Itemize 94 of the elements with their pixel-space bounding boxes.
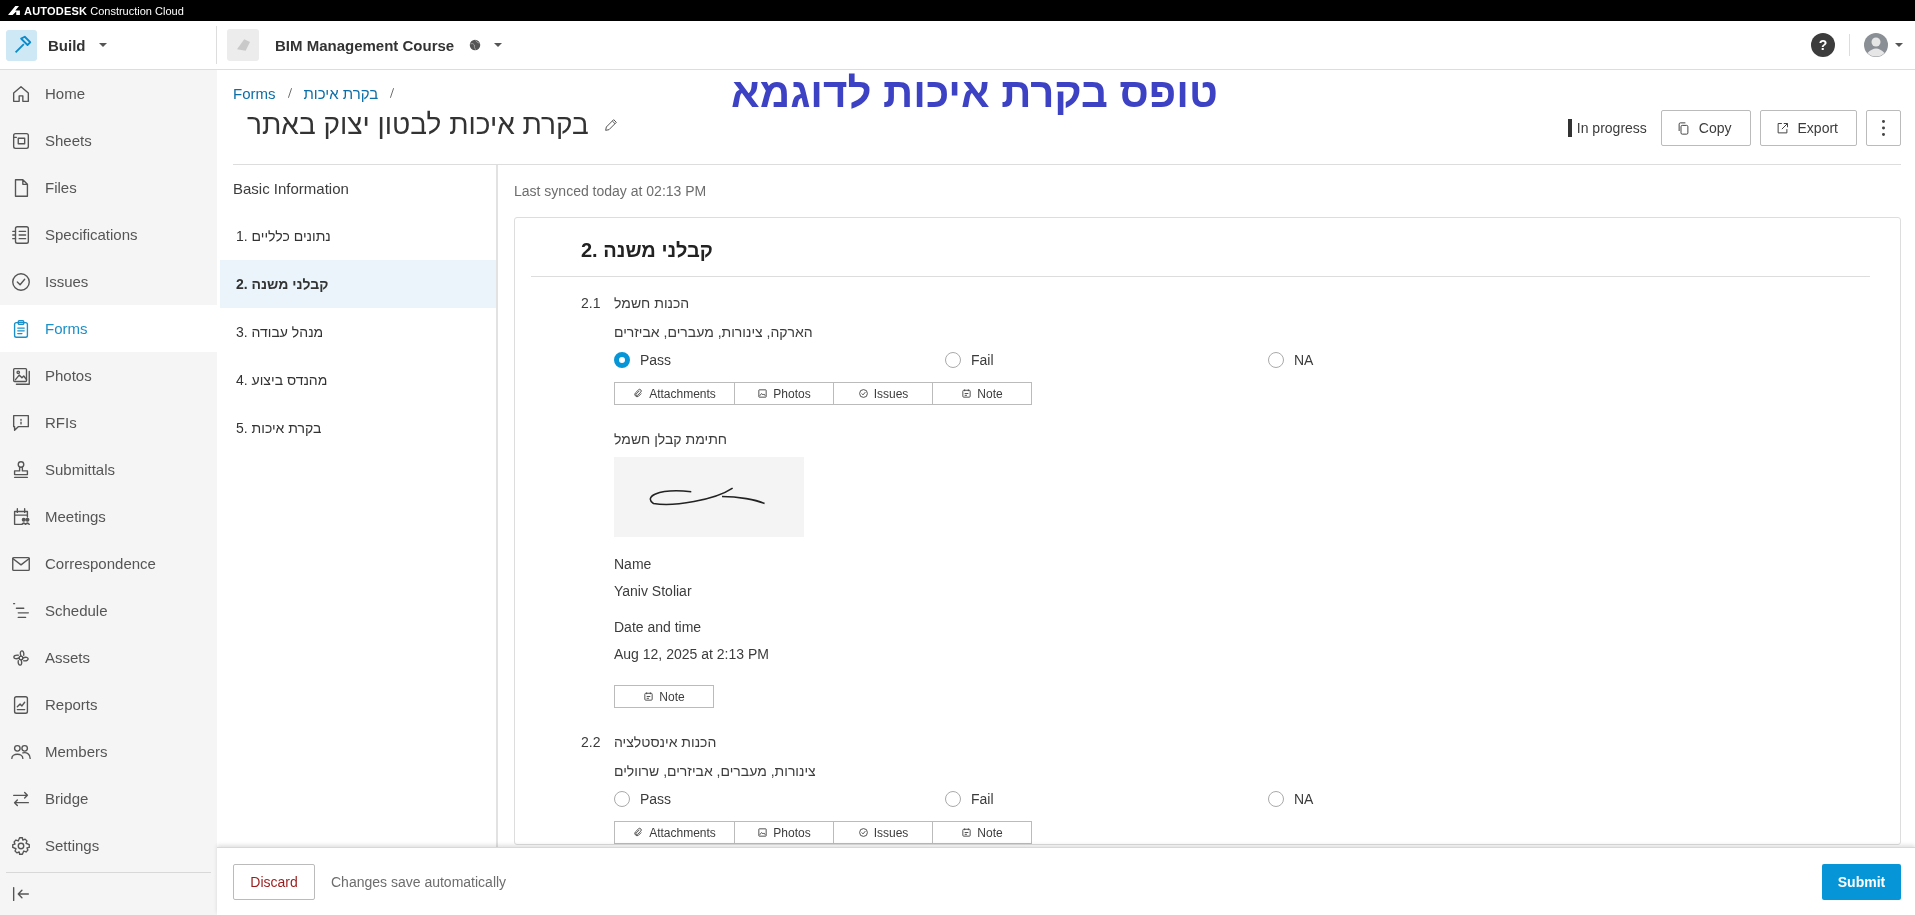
attachments-button[interactable]: Attachments	[614, 382, 735, 405]
account-menu[interactable]	[1864, 33, 1905, 57]
nav-item[interactable]: Assets	[0, 634, 217, 681]
image-icon	[757, 827, 769, 838]
nav-item[interactable]: RFIs	[0, 399, 217, 446]
nav-item[interactable]: Issues	[0, 258, 217, 305]
nav-item[interactable]: Sheets	[0, 117, 217, 164]
field-label: Date and time	[614, 618, 703, 637]
project-icon	[236, 39, 250, 51]
more-icon	[1882, 120, 1885, 136]
signature-label: חתימת קבלן חשמל	[614, 430, 729, 449]
radio-button[interactable]	[945, 791, 961, 807]
nav-item[interactable]: Meetings	[0, 493, 217, 540]
question-label: הכנות אינסטלציה	[614, 733, 717, 752]
radio-label: Fail	[971, 791, 994, 807]
paperclip-icon	[633, 388, 645, 399]
slash-icon	[285, 86, 294, 100]
nav-item[interactable]: Home	[0, 70, 217, 117]
logo-icon	[7, 5, 20, 16]
section-heading: Basic Information	[232, 179, 350, 199]
nav-item[interactable]: Bridge	[0, 775, 217, 822]
field-value: Yaniv Stoliar	[614, 582, 693, 601]
slash-icon	[388, 86, 397, 100]
check-circle-icon	[857, 388, 869, 399]
note-button[interactable]: Note	[932, 821, 1032, 844]
question-description: צינורות, מעברים, אביזרים, שרוולים	[614, 762, 817, 781]
nav-item[interactable]: Specifications	[0, 211, 217, 258]
question-label: הכנות חשמל	[614, 294, 690, 313]
issues-button[interactable]: Issues	[833, 382, 933, 405]
form-title: בקרת איכות לבטון יצוק באתר	[247, 108, 589, 142]
question-number: 2.2	[581, 733, 602, 752]
sync-status: Last synced today at 02:13 PM	[514, 182, 708, 201]
section-item[interactable]: 4. מהנדס ביצוע	[220, 356, 496, 404]
photos-button[interactable]: Photos	[734, 821, 834, 844]
radio-button[interactable]	[614, 352, 630, 368]
note-button[interactable]: Note	[932, 382, 1032, 405]
radio-label: Pass	[640, 791, 672, 807]
annotation-text: טופס בקרת איכות לדוגמא	[731, 68, 1218, 118]
nav-item[interactable]: Submittals	[0, 446, 217, 493]
note-button[interactable]: Note	[614, 685, 714, 708]
radio-label: NA	[1294, 352, 1314, 368]
nav-item[interactable]: Files	[0, 164, 217, 211]
nav-item[interactable]: Forms	[0, 305, 217, 352]
nav-item[interactable]: Correspondence	[0, 540, 217, 587]
export-button[interactable]: Export	[1759, 110, 1857, 146]
calendar-icon	[961, 388, 973, 399]
check-circle-icon	[857, 827, 869, 838]
nav-item[interactable]: Schedule	[0, 587, 217, 634]
avatar-icon	[1864, 33, 1888, 57]
nav-item[interactable]: Members	[0, 728, 217, 775]
copy-icon	[1675, 120, 1691, 136]
attachments-button[interactable]: Attachments	[614, 821, 735, 844]
autosave-note: Changes save automatically	[331, 873, 507, 890]
radio-button[interactable]	[614, 791, 630, 807]
radio-button[interactable]	[1268, 791, 1284, 807]
discard-button[interactable]: Discard	[233, 863, 315, 900]
brand-name: AUTODESK Construction Cloud	[24, 4, 184, 17]
breadcrumb-link[interactable]: בקרת איכות	[303, 84, 379, 102]
module-switcher[interactable]: Build	[0, 21, 216, 69]
radio-label: Pass	[640, 352, 672, 368]
export-icon	[1774, 120, 1790, 136]
settings-icon	[10, 834, 32, 857]
more-button[interactable]	[1866, 110, 1901, 146]
list-icon	[10, 223, 32, 246]
radio-label: NA	[1294, 791, 1314, 807]
nav-item[interactable]: Reports	[0, 681, 217, 728]
status-label: In progress	[1567, 119, 1647, 137]
paperclip-icon	[633, 827, 645, 838]
globe-icon	[468, 38, 483, 52]
breadcrumb-link[interactable]: Forms	[233, 84, 276, 102]
photos-button[interactable]: Photos	[734, 382, 834, 405]
field-value: Aug 12, 2025 at 2:13 PM	[614, 645, 770, 664]
copy-button[interactable]: Copy	[1660, 110, 1751, 146]
image-icon	[757, 388, 769, 399]
section-item[interactable]: 2. קבלני משנה	[220, 260, 496, 308]
section-item[interactable]: 5. בקרת איכות	[220, 404, 496, 452]
section-title: 2. קבלני משנה	[531, 238, 1870, 277]
radio-label: Fail	[971, 352, 994, 368]
question-number: 2.1	[581, 294, 602, 313]
nav-item[interactable]: Settings	[0, 822, 217, 869]
radio-button[interactable]	[945, 352, 961, 368]
check-circle-icon	[10, 270, 32, 293]
issues-button[interactable]: Issues	[833, 821, 933, 844]
question-description: הארקה, צינורות, מעברים, אביזרים	[614, 323, 814, 342]
help-button[interactable]: ?	[1811, 33, 1835, 57]
radio-button[interactable]	[1268, 352, 1284, 368]
calendar-icon	[643, 691, 655, 702]
section-item[interactable]: 3. מנהל עבודה	[220, 308, 496, 356]
section-item[interactable]: 1. נתונים כלליים	[220, 212, 496, 260]
field-label: Name	[614, 555, 653, 574]
pencil-icon[interactable]	[602, 117, 619, 133]
nav-item[interactable]: Photos	[0, 352, 217, 399]
calendar-icon	[961, 827, 973, 838]
project-switcher[interactable]: BIM Management Course	[217, 21, 505, 69]
